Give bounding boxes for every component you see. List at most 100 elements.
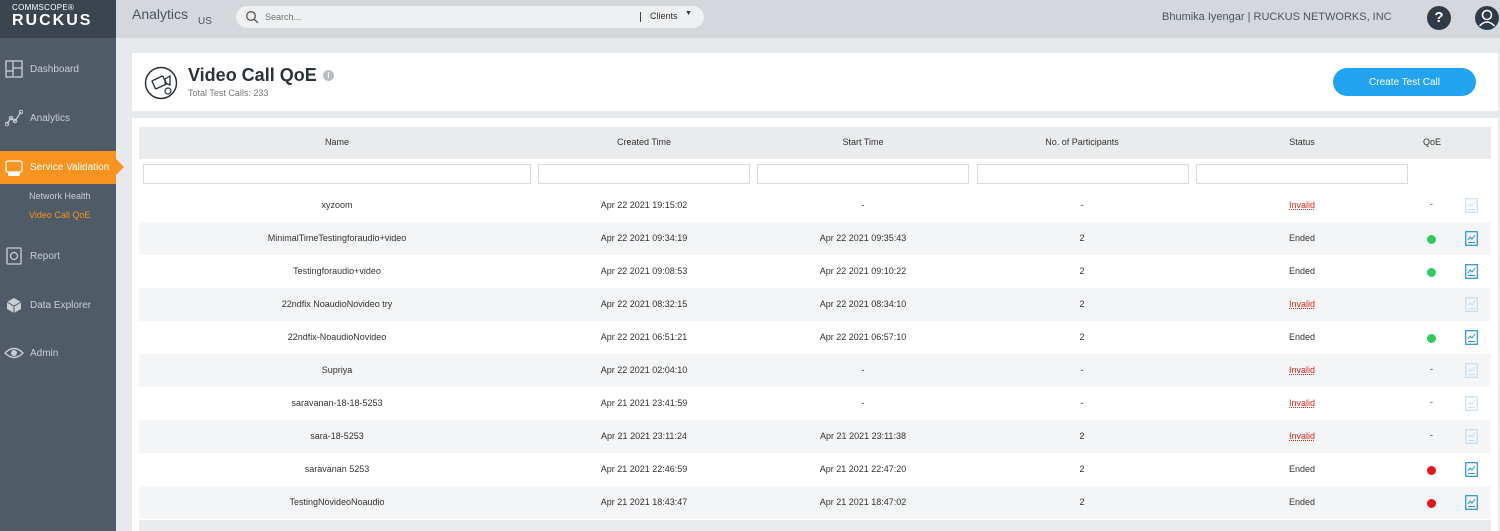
dashboard-icon [4, 59, 24, 79]
call-details-icon[interactable] [1465, 330, 1478, 345]
table-row[interactable]: xyzoom Apr 22 2021 19:15:02 - - Invalid - [139, 189, 1491, 222]
search-scope-dropdown[interactable]: Clients [650, 11, 678, 21]
sidebar-item-analytics[interactable]: Analytics [0, 103, 116, 133]
cell-start-time: Apr 21 2021 23:11:38 [820, 431, 906, 441]
filter-participants-input[interactable] [977, 164, 1189, 184]
call-details-icon[interactable] [1465, 396, 1478, 411]
sidebar-item-report[interactable]: Report [0, 241, 116, 271]
search-icon [246, 11, 259, 24]
cell-created-time: Apr 22 2021 06:51:21 [600, 332, 688, 342]
qoe-empty-indicator: - [1430, 397, 1433, 407]
cell-created-time: Apr 21 2021 23:41:59 [600, 398, 688, 408]
cell-name: MinimalTimeTestingforaudio+video [267, 233, 407, 243]
call-details-icon[interactable] [1465, 264, 1478, 279]
table-row[interactable]: 22ndfix NoaudioNovideo try Apr 22 2021 08… [139, 288, 1491, 321]
sidebar-item-label: Data Explorer [30, 299, 92, 311]
cell-start-time: - [861, 200, 865, 210]
column-header-name[interactable]: Name [325, 137, 349, 147]
cell-name: 22ndfix-NoaudioNovideo [287, 332, 387, 342]
brand-logo[interactable]: COMMSCOPE® RUCKUS [0, 0, 116, 38]
call-details-icon[interactable] [1465, 363, 1478, 378]
column-header-status[interactable]: Status [1289, 137, 1315, 147]
column-header-qoe[interactable]: QoE [1423, 137, 1441, 147]
table-row[interactable]: saravanan 5253 Apr 21 2021 22:46:59 Apr 21… [139, 453, 1491, 486]
user-profile-icon[interactable] [1474, 5, 1500, 31]
cell-name: sara-18-5253 [310, 431, 364, 441]
filter-name-input[interactable] [143, 164, 531, 184]
sidebar-item-admin[interactable]: Admin [0, 338, 116, 368]
table-row[interactable]: MinimalTimeTestingforaudio+video Apr 22 2… [139, 222, 1491, 255]
cell-name: 22ndfix NoaudioNovideo try [281, 299, 393, 309]
sidebar-item-data-explorer[interactable]: Data Explorer [0, 290, 116, 320]
table-footer [139, 520, 1491, 531]
table-row[interactable]: Testingforaudio+video Apr 22 2021 09:08:5… [139, 255, 1491, 288]
cell-status: Invalid [1288, 299, 1316, 309]
table-row[interactable]: TestingNovideoNoaudio Apr 21 2021 18:43:4… [139, 486, 1491, 519]
region-label: US [198, 16, 212, 27]
cell-start-time: - [861, 365, 865, 375]
cell-participants: 2 [1079, 431, 1085, 441]
table-row[interactable]: sara-18-5253 Apr 21 2021 23:11:24 Apr 21 2… [139, 420, 1491, 453]
cell-participants: - [1080, 365, 1084, 375]
help-icon[interactable]: ? [1427, 6, 1451, 30]
call-details-icon[interactable] [1465, 198, 1478, 213]
cell-name: xyzoom [321, 200, 353, 210]
cell-created-time: Apr 22 2021 08:32:15 [600, 299, 688, 309]
sidebar-item-label: Analytics [30, 112, 71, 124]
admin-icon [4, 343, 24, 363]
page-header: Video Call QoE i Total Test Calls: 233 C… [132, 53, 1498, 111]
table-row[interactable]: Supriya Apr 22 2021 02:04:10 - - Invalid - [139, 354, 1491, 387]
sidebar-item-dashboard[interactable]: Dashboard [0, 54, 116, 84]
cell-participants: 2 [1079, 233, 1085, 243]
cell-start-time: Apr 22 2021 09:35:43 [819, 233, 907, 243]
cell-start-time: Apr 22 2021 08:34:10 [819, 299, 907, 309]
cell-participants: 2 [1079, 332, 1085, 342]
filter-status-input[interactable] [1196, 164, 1408, 184]
call-details-icon[interactable] [1465, 495, 1478, 510]
brand-company: COMMSCOPE® [12, 3, 75, 12]
cell-created-time: Apr 22 2021 02:04:10 [600, 365, 688, 375]
user-account-label[interactable]: Bhumika Iyengar | RUCKUS NETWORKS, INC [1162, 11, 1392, 23]
brand-name: RUCKUS [12, 12, 93, 29]
table-row[interactable]: 22ndfix-NoaudioNovideo Apr 22 2021 06:51:… [139, 321, 1491, 354]
cell-start-time: Apr 22 2021 09:10:22 [819, 266, 907, 276]
cell-participants: 2 [1079, 464, 1085, 474]
sidebar-item-service-validation[interactable]: Service Validation [0, 151, 124, 184]
sidebar-subitem-video-call-qoe[interactable]: Video Call QoE [29, 210, 90, 220]
cell-name: TestingNovideoNoaudio [289, 497, 385, 507]
data-explorer-icon [4, 295, 24, 315]
test-calls-table: Name Created Time Start Time No. of Part… [132, 118, 1498, 531]
cell-status: Ended [1288, 233, 1316, 243]
call-details-icon[interactable] [1465, 462, 1478, 477]
column-header-participants[interactable]: No. of Participants [1045, 137, 1119, 147]
sidebar-subitem-network-health[interactable]: Network Health [29, 191, 91, 201]
column-header-start-time[interactable]: Start Time [842, 137, 883, 147]
cell-start-time: Apr 22 2021 06:57:10 [819, 332, 907, 342]
sidebar-item-label: Admin [30, 347, 59, 359]
create-test-call-button[interactable]: Create Test Call [1333, 68, 1476, 96]
cell-participants: 2 [1079, 497, 1085, 507]
chevron-down-icon[interactable]: ▼ [685, 10, 692, 17]
call-details-icon[interactable] [1465, 231, 1478, 246]
search-divider [640, 12, 641, 22]
top-bar: Analytics US Clients ▼ Bhumika Iyengar |… [116, 0, 1500, 38]
service-validation-icon [4, 158, 24, 178]
filter-created-time-input[interactable] [538, 164, 750, 184]
global-search[interactable]: Clients ▼ [236, 6, 704, 28]
table-row[interactable]: saravanan-18-18-5253 Apr 21 2021 23:41:59… [139, 387, 1491, 420]
call-details-icon[interactable] [1465, 297, 1478, 312]
column-header-created-time[interactable]: Created Time [617, 137, 671, 147]
call-details-icon[interactable] [1465, 429, 1478, 444]
filter-start-time-input[interactable] [757, 164, 969, 184]
qoe-empty-indicator: - [1430, 199, 1433, 209]
table-header: Name Created Time Start Time No. of Part… [139, 127, 1491, 159]
sidebar-item-label: Dashboard [30, 63, 79, 75]
cell-participants: 2 [1079, 299, 1085, 309]
cell-status: Ended [1288, 464, 1316, 474]
qoe-empty-indicator: - [1430, 364, 1433, 374]
qoe-bad-indicator [1427, 499, 1436, 508]
info-icon[interactable]: i [323, 70, 334, 81]
cell-created-time: Apr 21 2021 18:43:47 [600, 497, 688, 507]
qoe-bad-indicator [1427, 466, 1436, 475]
search-input[interactable] [265, 9, 625, 25]
